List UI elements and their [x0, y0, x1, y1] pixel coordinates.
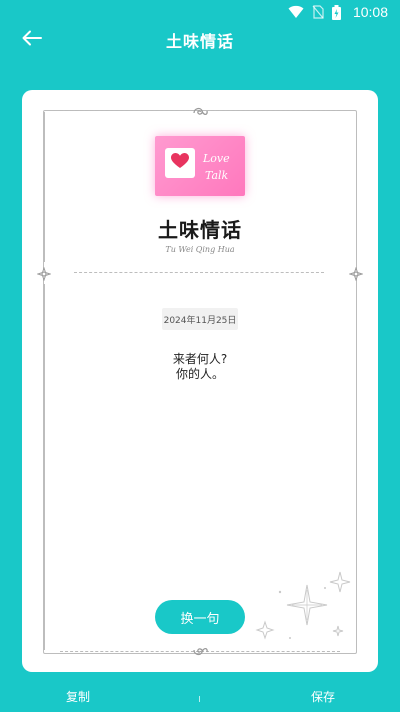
battery-charging-icon [331, 4, 341, 20]
stamp-text-line: Talk [205, 169, 229, 182]
shuffle-quote-button[interactable]: 换一句 [155, 600, 245, 634]
status-bar: 10:08 [0, 0, 400, 24]
status-time: 10:08 [352, 4, 388, 20]
diamond-ornament-icon [36, 266, 52, 282]
stamp-heart-box [165, 148, 195, 178]
sparkles-icon [250, 560, 360, 650]
screen: 10:08 土味情话 Love Talk 土味情话 Tu Wei Qing Hu… [0, 0, 400, 712]
copy-button[interactable]: 复制 [66, 688, 90, 705]
no-sim-icon [312, 5, 324, 19]
bottom-divider [199, 696, 200, 702]
quote-line: 来者何人? [172, 352, 228, 366]
wifi-icon [288, 5, 304, 19]
quote-text: 来者何人? 你的人。 [0, 352, 400, 382]
page-title: 土味情话 [165, 32, 234, 51]
back-button[interactable] [16, 28, 48, 52]
diamond-ornament-icon [348, 266, 364, 282]
card-title: 土味情话 [158, 218, 242, 242]
swirl-ornament-icon [191, 643, 209, 657]
stamp-text: Love Talk [203, 150, 230, 184]
quote-line: 你的人。 [175, 367, 224, 381]
stamp-text-line: Love [203, 152, 230, 165]
card-subtitle: Tu Wei Qing Hua [165, 245, 235, 254]
section-divider [74, 272, 324, 273]
date-badge: 2024年11月25日 [162, 308, 238, 330]
bottom-action-bar: 复制 保存 [0, 680, 400, 712]
app-bar: 土味情话 [0, 24, 400, 56]
arrow-left-icon [22, 30, 42, 50]
heart-icon [171, 153, 189, 173]
swirl-ornament-icon [191, 104, 209, 118]
save-button[interactable]: 保存 [311, 688, 335, 705]
love-talk-stamp-logo: Love Talk [155, 136, 245, 196]
left-border-line [44, 284, 45, 650]
